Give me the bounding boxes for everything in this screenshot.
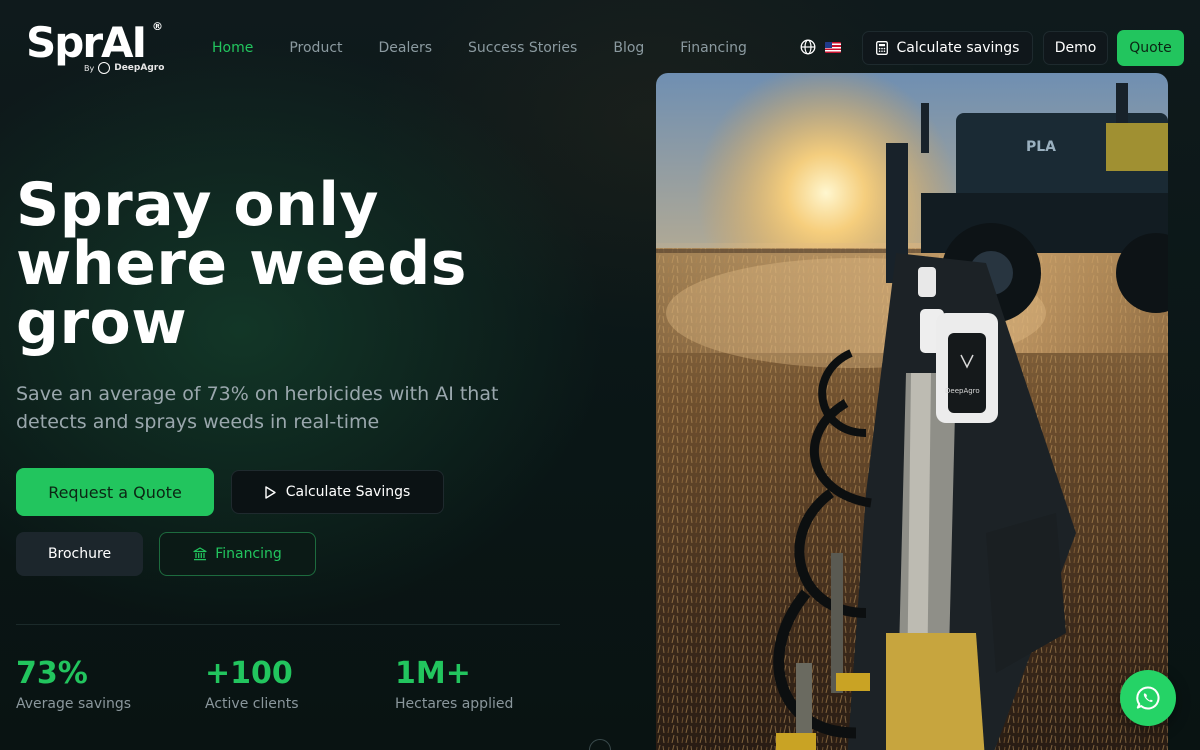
nav-item-product[interactable]: Product [289,37,342,59]
brochure-button[interactable]: Brochure [16,532,143,576]
scroll-down-icon[interactable] [589,739,611,750]
whatsapp-chat-button[interactable] [1120,670,1176,726]
main-nav: Home Product Dealers Success Stories Blo… [212,37,783,59]
logo-by-text: By [84,63,95,73]
logo-company: DeepAgro [114,63,165,73]
sprayer-brand-text: PLA [1026,139,1056,155]
calculate-savings-hero-button[interactable]: Calculate Savings [231,470,444,514]
stat-active-clients: +100 Active clients [205,656,299,712]
stat-average-savings: 73% Average savings [16,656,131,712]
calculate-savings-hero-label: Calculate Savings [285,484,411,500]
hero-subtitle: Save an average of 73% on herbicides wit… [16,383,499,433]
us-flag-icon[interactable] [825,42,841,53]
stats-divider [16,624,560,625]
financing-button[interactable]: Financing [159,532,316,576]
bank-icon [193,547,207,561]
hero-sprayer-photo: PLA DeepAgro [656,73,1168,750]
hero-title-line-3: grow [16,288,188,358]
demo-button[interactable]: Demo [1043,31,1108,65]
nozzle-brand-text: DeepAgro [945,387,980,395]
deepagro-logo-icon [98,62,111,74]
registered-mark: ® [152,20,163,33]
logo-wordmark: SprAI [26,18,147,67]
stat-value: 1M+ [395,656,471,691]
stat-value: +100 [205,656,293,691]
stat-label: Average savings [16,696,132,712]
request-quote-button[interactable]: Request a Quote [16,468,214,516]
calculator-icon [875,41,888,55]
nav-item-dealers[interactable]: Dealers [379,37,433,59]
stat-label: Active clients [205,696,299,712]
nav-item-home[interactable]: Home [212,37,253,59]
stat-label: Hectares applied [395,696,514,712]
calculate-savings-button[interactable]: Calculate savings [862,31,1033,65]
nav-item-financing[interactable]: Financing [680,37,747,59]
stat-hectares-applied: 1M+ Hectares applied [395,656,513,712]
logo-byline: By DeepAgro [84,62,164,74]
globe-icon[interactable] [800,39,816,55]
sprayer-illustration: PLA DeepAgro [656,73,1168,750]
logo[interactable]: SprAI ® By DeepAgro [26,20,166,76]
financing-label: Financing [215,546,282,562]
nav-item-success-stories[interactable]: Success Stories [468,37,577,59]
calculate-savings-label: Calculate savings [896,40,1020,56]
page: SprAI ® By DeepAgro Home Product Dealers… [0,0,1200,750]
hero-title: Spray only where weeds grow [16,175,536,353]
whatsapp-icon [1136,686,1160,710]
stat-value: 73% [16,656,88,691]
quote-button[interactable]: Quote [1117,30,1184,66]
nav-item-blog[interactable]: Blog [613,37,644,59]
play-icon [265,485,276,499]
